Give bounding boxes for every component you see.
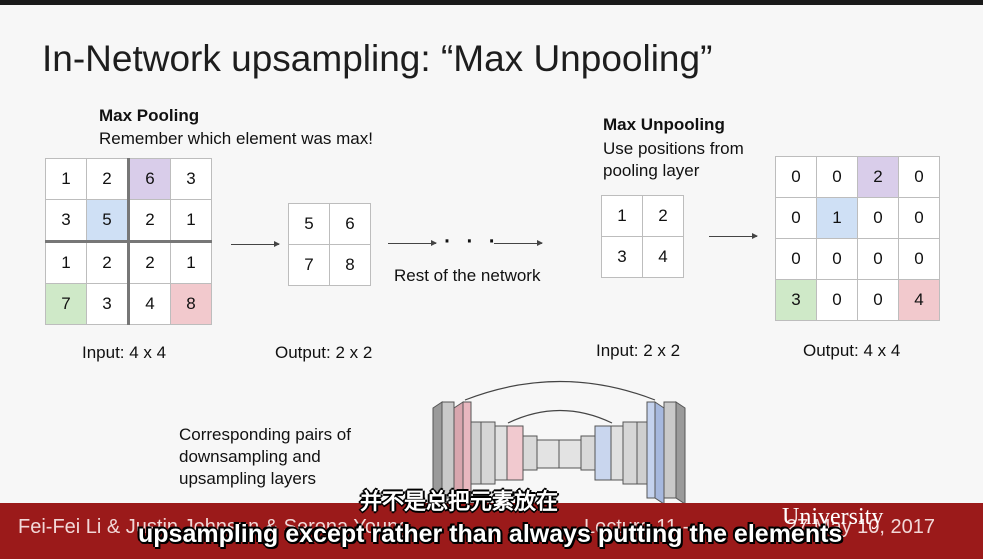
max-unpooling-subheading-2: pooling layer (603, 161, 700, 180)
grid-cell: 5 (288, 203, 330, 245)
grid-cell: 0 (898, 197, 940, 239)
ellipsis-icon: · · · (442, 223, 499, 256)
arrow-icon (388, 240, 437, 246)
grid-cell: 1 (170, 199, 212, 243)
grid-cell: 4 (642, 236, 684, 278)
rest-of-network-label: Rest of the network (394, 266, 541, 285)
diagram-caption-1: Corresponding pairs of (179, 425, 351, 444)
grid-cell: 3 (45, 199, 87, 243)
pooling-output-grid: 5 6 7 8 (288, 203, 371, 286)
arrow-icon (709, 233, 758, 239)
grid-cell: 1 (45, 241, 87, 284)
subtitle-chinese: 并不是总把元素放在 (360, 489, 559, 514)
grid-cell: 3 (775, 279, 817, 321)
grid-cell: 4 (898, 279, 940, 321)
grid-cell: 6 (329, 203, 371, 245)
grid-cell: 0 (775, 238, 817, 280)
grid-cell: 0 (857, 238, 899, 280)
grid-cell: 3 (170, 158, 212, 200)
grid-cell: 6 (127, 158, 171, 200)
grid-cell: 5 (86, 199, 129, 243)
grid-cell: 1 (170, 241, 212, 284)
grid-cell: 3 (601, 236, 643, 278)
max-unpooling-heading: Max Unpooling (603, 115, 725, 134)
arrow-icon (494, 240, 543, 246)
grid-cell: 0 (775, 156, 817, 198)
grid-cell: 0 (816, 238, 858, 280)
grid-cell: 2 (642, 195, 684, 237)
grid-cell: 8 (329, 244, 371, 286)
grid-cell: 0 (816, 279, 858, 321)
grid-cell: 2 (127, 241, 171, 284)
arrow-icon (231, 241, 280, 247)
grid-cell: 0 (898, 156, 940, 198)
grid-cell: 7 (45, 283, 87, 325)
pooling-input-grid: 1 2 6 3 3 5 2 1 1 2 2 1 7 3 4 8 (45, 158, 212, 325)
diagram-caption-3: upsampling layers (179, 469, 317, 488)
top-border (0, 0, 983, 5)
grid-cell: 2 (86, 241, 129, 284)
max-pooling-subheading: Remember which element was max! (99, 129, 373, 148)
grid-cell: 0 (898, 238, 940, 280)
upsampling-layers (558, 401, 686, 503)
subtitle-english: upsampling except rather than always put… (138, 520, 843, 548)
slide-title: In-Network upsampling: “Max Unpooling” (42, 38, 713, 79)
grid-cell: 7 (288, 244, 330, 286)
grid-cell: 8 (170, 283, 212, 325)
grid-cell: 3 (86, 283, 129, 325)
grid-cell: 0 (775, 197, 817, 239)
grid-cell: 0 (857, 197, 899, 239)
grid-cell: 0 (816, 156, 858, 198)
unpooling-input-grid: 1 2 3 4 (601, 195, 684, 278)
grid-cell: 2 (127, 199, 171, 243)
unpooling-output-grid: 0 0 2 0 0 1 0 0 0 0 0 0 3 0 0 4 (775, 156, 940, 321)
pooling-input-label: Input: 4 x 4 (82, 343, 167, 362)
grid-cell: 2 (86, 158, 129, 200)
grid-cell: 1 (816, 197, 858, 239)
grid-cell: 4 (127, 283, 171, 325)
diagram-caption-2: downsampling and (179, 447, 321, 466)
skip-connection-arcs (464, 380, 656, 424)
unpooling-output-label: Output: 4 x 4 (803, 341, 901, 360)
pooling-output-label: Output: 2 x 2 (275, 343, 373, 362)
grid-cell: 1 (45, 158, 87, 200)
grid-cell: 0 (857, 279, 899, 321)
max-unpooling-subheading-1: Use positions from (603, 139, 744, 158)
max-pooling-heading: Max Pooling (99, 106, 200, 125)
grid-cell: 2 (857, 156, 899, 198)
grid-cell: 1 (601, 195, 643, 237)
unpooling-input-label: Input: 2 x 2 (596, 341, 681, 360)
